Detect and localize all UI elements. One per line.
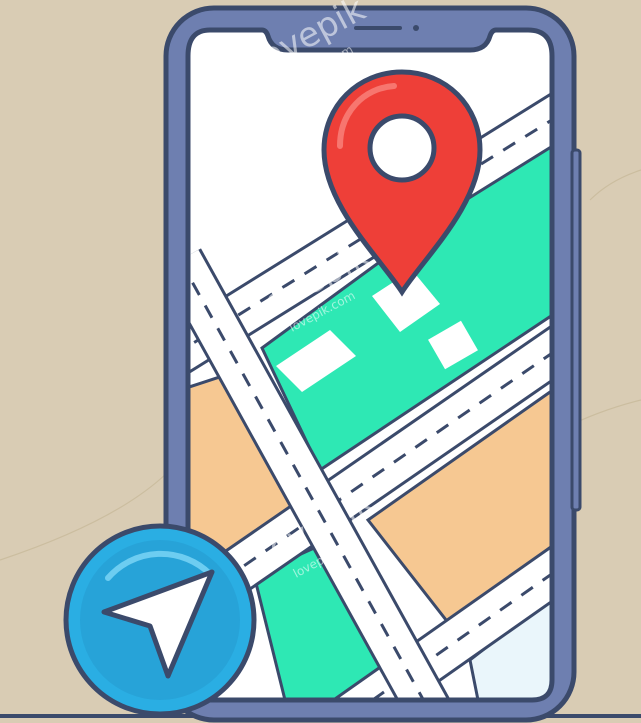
navigation-button[interactable] xyxy=(63,523,257,717)
phone-side-button xyxy=(570,148,582,512)
illustration-stage: Lovepik lovepik.com Lovepik lovepik.com … xyxy=(0,0,641,723)
phone-map-illustration: Lovepik lovepik.com Lovepik lovepik.com … xyxy=(0,0,641,723)
phone-camera xyxy=(413,25,419,31)
